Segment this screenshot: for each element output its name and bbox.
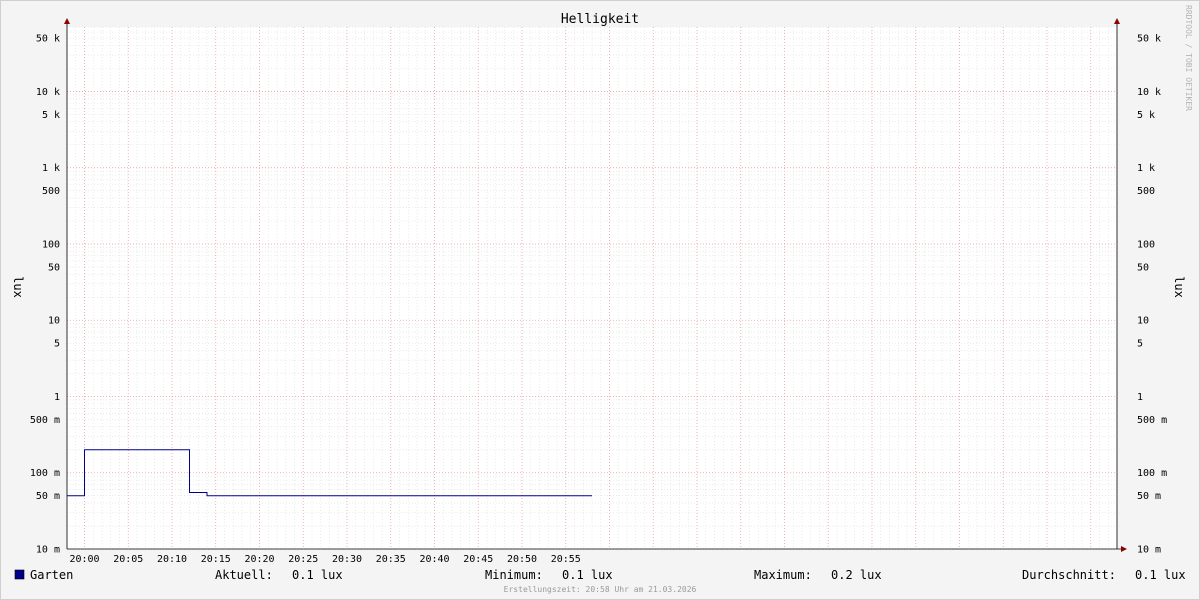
y-tick-label-right: 10 k	[1137, 87, 1161, 98]
legend-swatch-garten	[14, 569, 25, 580]
footer-timestamp: Erstellungszeit: 20:58 Uhr am 21.03.2026	[504, 585, 697, 594]
legend-max-value: 0.2 lux	[831, 568, 882, 582]
x-tick-label: 20:50	[507, 554, 537, 565]
y-tick-label-left: 500	[42, 186, 60, 197]
y-tick-label-left: 10 k	[36, 87, 60, 98]
x-tick-label: 20:40	[419, 554, 449, 565]
y-tick-label-right: 5 k	[1137, 110, 1155, 121]
x-tick-label: 20:55	[551, 554, 581, 565]
x-tick-label: 20:45	[463, 554, 493, 565]
y-tick-label-left: 1	[54, 392, 60, 403]
legend-current-label: Aktuell:	[215, 568, 273, 582]
y-axis-label-right: lux	[1172, 276, 1186, 298]
x-tick-label: 20:20	[244, 554, 274, 565]
y-tick-label-right: 50 m	[1137, 491, 1161, 502]
y-tick-label-right: 500 m	[1137, 415, 1167, 426]
legend-series-name: Garten	[30, 568, 73, 582]
x-tick-label: 20:30	[332, 554, 362, 565]
legend-min-label: Minimum:	[485, 568, 543, 582]
x-tick-label: 20:00	[69, 554, 99, 565]
y-tick-label-right: 50 k	[1137, 34, 1161, 45]
y-tick-label-right: 100	[1137, 239, 1155, 250]
y-tick-label-left: 1 k	[42, 163, 60, 174]
x-tick-label: 20:35	[376, 554, 406, 565]
y-tick-label-left: 100	[42, 239, 60, 250]
legend-max-label: Maximum:	[754, 568, 812, 582]
y-axis-label-left: lux	[11, 276, 25, 298]
y-tick-label-right: 100 m	[1137, 468, 1167, 479]
y-axis-left-arrow	[64, 18, 70, 24]
y-tick-label-right: 10	[1137, 316, 1149, 327]
chart-title: Helligkeit	[561, 12, 639, 27]
y-tick-label-right: 10 m	[1137, 545, 1161, 556]
y-tick-label-left: 10 m	[36, 545, 60, 556]
x-axis-arrow	[1121, 546, 1127, 552]
y-tick-label-left: 5 k	[42, 110, 60, 121]
y-tick-label-right: 1 k	[1137, 163, 1155, 174]
y-tick-label-left: 50	[48, 262, 60, 273]
chart-canvas: 50 k 50 k10 k 10 k5 k5 k1 k1 k500 500100 100…	[11, 5, 1193, 594]
y-tick-label-right: 50	[1137, 262, 1149, 273]
x-tick-label: 20:05	[113, 554, 143, 565]
y-tick-label-right: 1	[1137, 392, 1143, 403]
watermark: RRDTOOL / TOBI OETIKER	[1184, 5, 1193, 111]
y-tick-label-left: 500 m	[30, 415, 60, 426]
y-tick-label-left: 50 k	[36, 34, 60, 45]
y-axis-right-arrow	[1114, 18, 1120, 24]
legend-avg-label: Durchschnitt:	[1022, 568, 1116, 582]
y-tick-label-right: 5	[1137, 339, 1143, 350]
y-tick-label-left: 10	[48, 316, 60, 327]
y-tick-label-left: 100 m	[30, 468, 60, 479]
x-tick-label: 20:15	[201, 554, 231, 565]
y-tick-label-right: 500	[1137, 186, 1155, 197]
x-tick-label: 20:25	[288, 554, 318, 565]
legend-min-value: 0.1 lux	[562, 568, 613, 582]
y-tick-label-left: 5	[54, 339, 60, 350]
legend-avg-value: 0.1 lux	[1135, 568, 1186, 582]
legend-current-value: 0.1 lux	[292, 568, 343, 582]
y-tick-label-left: 50 m	[36, 491, 60, 502]
x-tick-label: 20:10	[157, 554, 187, 565]
